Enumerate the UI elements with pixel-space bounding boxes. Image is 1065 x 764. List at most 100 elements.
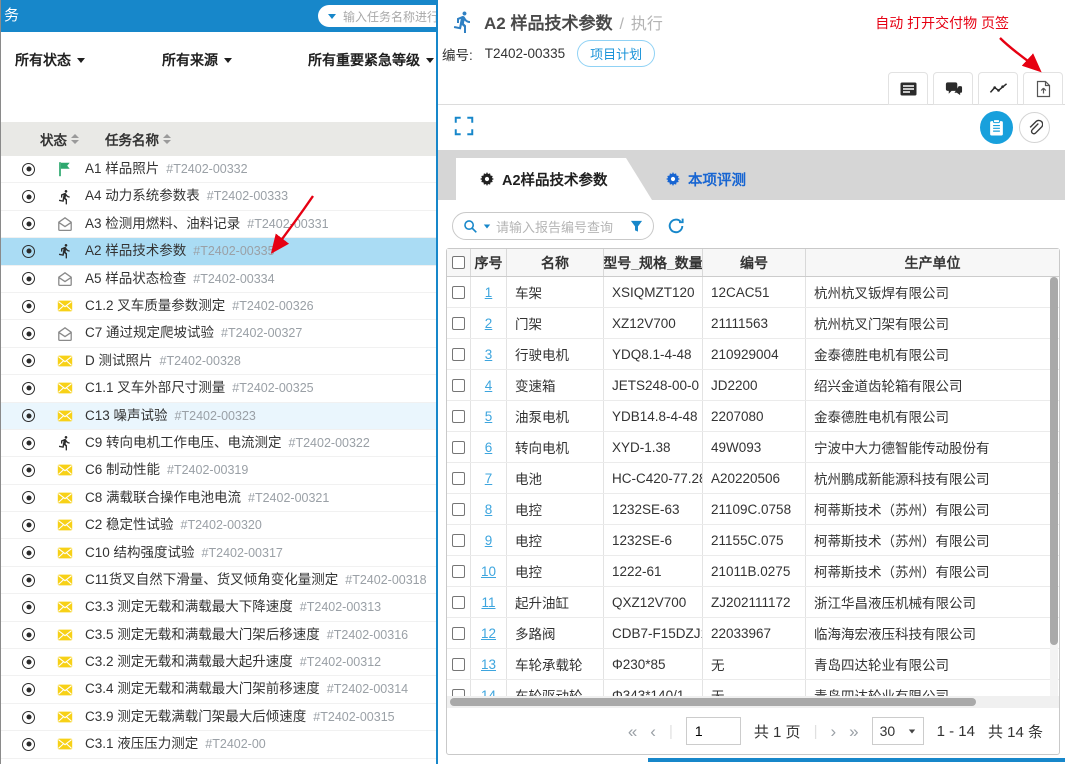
task-row[interactable]: D 测试照片 #T2402-00328	[0, 348, 436, 376]
row-number-link[interactable]: 6	[485, 440, 493, 455]
row-checkbox[interactable]	[452, 564, 465, 578]
row-checkbox[interactable]	[452, 595, 465, 609]
status-radio-icon[interactable]	[22, 600, 35, 614]
refresh-icon[interactable]	[667, 217, 685, 235]
row-number-link[interactable]: 13	[481, 657, 496, 672]
activity-chart-button[interactable]	[978, 72, 1018, 105]
status-radio-icon[interactable]	[22, 381, 35, 395]
task-row[interactable]: C3.1 液压压力测定 #T2402-00	[0, 731, 436, 759]
status-radio-icon[interactable]	[22, 354, 35, 368]
task-row[interactable]: C6 制动性能 #T2402-00319	[0, 457, 436, 485]
project-plan-badge[interactable]: 项目计划	[577, 40, 656, 67]
filter-status-dropdown[interactable]: 所有状态	[15, 50, 85, 70]
task-row[interactable]: A4 动力系统参数表 #T2402-00333	[0, 183, 436, 211]
row-checkbox[interactable]	[452, 285, 465, 299]
status-radio-icon[interactable]	[22, 463, 35, 477]
page-number-input[interactable]	[685, 717, 741, 745]
vertical-scrollbar[interactable]	[1050, 277, 1058, 696]
status-radio-icon[interactable]	[22, 628, 35, 642]
row-checkbox[interactable]	[452, 533, 465, 547]
task-row[interactable]: C13 噪声试验 #T2402-00323	[0, 402, 436, 430]
row-number-link[interactable]: 9	[485, 533, 493, 548]
row-checkbox[interactable]	[452, 502, 465, 516]
status-radio-icon[interactable]	[22, 683, 35, 697]
report-search-input[interactable]: 请输入报告编号查询	[452, 212, 654, 240]
status-radio-icon[interactable]	[22, 573, 35, 587]
attachment-button[interactable]	[1019, 112, 1050, 143]
filter-funnel-icon[interactable]	[630, 220, 643, 233]
chevron-down-icon[interactable]	[483, 224, 491, 228]
task-search-input[interactable]: 输入任务名称进行	[318, 5, 450, 27]
task-row[interactable]: C1.2 叉车质量参数测定 #T2402-00326	[0, 293, 436, 321]
row-checkbox[interactable]	[452, 378, 465, 392]
task-row[interactable]: C1.1 叉车外部尺寸测量 #T2402-00325	[0, 375, 436, 403]
filter-source-dropdown[interactable]: 所有来源	[162, 50, 232, 70]
status-radio-icon[interactable]	[22, 217, 35, 231]
row-number-link[interactable]: 5	[485, 409, 493, 424]
chevron-down-icon[interactable]	[328, 13, 336, 19]
status-radio-icon[interactable]	[22, 710, 35, 724]
status-radio-icon[interactable]	[22, 162, 35, 176]
vertical-scrollbar-thumb[interactable]	[1050, 277, 1058, 645]
task-row[interactable]: C3.4 测定无载和满载最大门架前移速度 #T2402-00314	[0, 676, 436, 704]
task-row[interactable]: C3.5 测定无载和满载最大门架后移速度 #T2402-00316	[0, 622, 436, 650]
row-checkbox[interactable]	[452, 440, 465, 454]
expand-icon[interactable]	[453, 115, 475, 137]
horizontal-scrollbar[interactable]	[447, 696, 1059, 708]
deliverable-list-button[interactable]	[980, 111, 1013, 144]
status-radio-icon[interactable]	[22, 299, 35, 313]
form-view-button[interactable]	[888, 72, 928, 105]
status-radio-icon[interactable]	[22, 491, 35, 505]
task-row[interactable]: A5 样品状态检查 #T2402-00334	[0, 266, 436, 293]
row-checkbox[interactable]	[452, 316, 465, 330]
status-radio-icon[interactable]	[22, 436, 35, 450]
task-row[interactable]: C8 满载联合操作电池电流 #T2402-00321	[0, 485, 436, 513]
task-row[interactable]: C7 通过规定爬坡试验 #T2402-00327	[0, 320, 436, 348]
row-number-link[interactable]: 10	[481, 564, 496, 579]
task-row[interactable]: C3.2 测定无载和满载最大起升速度 #T2402-00312	[0, 649, 436, 677]
row-checkbox[interactable]	[452, 626, 465, 640]
filter-priority-dropdown[interactable]: 所有重要紧急等级	[308, 50, 434, 70]
task-row[interactable]: A2 样品技术参数 #T2402-00335	[0, 238, 436, 266]
status-radio-icon[interactable]	[22, 737, 35, 751]
task-row[interactable]: C2 稳定性试验 #T2402-00320	[0, 512, 436, 540]
row-checkbox[interactable]	[452, 347, 465, 361]
task-row[interactable]: C3.9 测定无载满载门架最大后倾速度 #T2402-00315	[0, 704, 436, 732]
comments-button[interactable]	[933, 72, 973, 105]
row-number-link[interactable]: 12	[481, 626, 496, 641]
row-number-link[interactable]: 8	[485, 502, 493, 517]
row-checkbox[interactable]	[452, 657, 465, 671]
status-radio-icon[interactable]	[22, 244, 35, 258]
row-number-link[interactable]: 4	[485, 378, 493, 393]
row-checkbox[interactable]	[452, 688, 465, 696]
next-page-button[interactable]: ›	[830, 723, 836, 740]
select-all-checkbox[interactable]	[452, 256, 465, 269]
status-radio-icon[interactable]	[22, 409, 35, 423]
sort-icon[interactable]	[71, 134, 79, 144]
page-size-select[interactable]: 30	[871, 717, 924, 745]
task-row[interactable]: C10 结构强度试验 #T2402-00317	[0, 539, 436, 567]
row-number-link[interactable]: 1	[485, 285, 493, 300]
row-number-link[interactable]: 3	[485, 347, 493, 362]
task-row[interactable]: A3 检测用燃料、油料记录 #T2402-00331	[0, 211, 436, 239]
row-checkbox[interactable]	[452, 471, 465, 485]
column-task-name[interactable]: 任务名称	[105, 129, 159, 149]
row-number-link[interactable]: 2	[485, 316, 493, 331]
prev-page-button[interactable]: ‹	[650, 723, 656, 740]
deliverable-upload-button[interactable]	[1023, 72, 1063, 105]
status-radio-icon[interactable]	[22, 272, 35, 286]
task-row[interactable]: A1 样品照片 #T2402-00332	[0, 156, 436, 184]
tab-sample-tech-params[interactable]: A2样品技术参数	[456, 158, 652, 200]
task-row[interactable]: C11货叉自然下滑量、货叉倾角变化量测定 #T2402-00318	[0, 567, 436, 595]
row-number-link[interactable]: 7	[485, 471, 493, 486]
task-row[interactable]: C3.3 测定无载和满载最大下降速度 #T2402-00313	[0, 594, 436, 622]
status-radio-icon[interactable]	[22, 190, 35, 204]
last-page-button[interactable]: »	[849, 723, 858, 740]
status-radio-icon[interactable]	[22, 546, 35, 560]
status-radio-icon[interactable]	[22, 518, 35, 532]
first-page-button[interactable]: «	[628, 723, 637, 740]
status-radio-icon[interactable]	[22, 327, 35, 341]
row-number-link[interactable]: 14	[481, 688, 496, 697]
tab-evaluation[interactable]: 本项评测	[666, 158, 746, 200]
horizontal-scrollbar-thumb[interactable]	[450, 698, 977, 706]
